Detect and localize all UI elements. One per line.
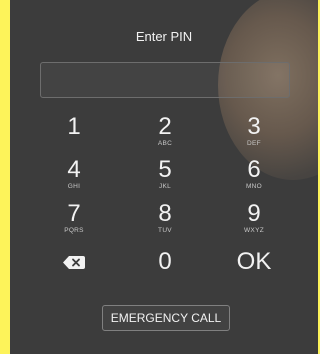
key-digit: 9 — [247, 200, 261, 227]
key-letters: PQRS — [64, 227, 84, 234]
delete-button[interactable] — [44, 250, 104, 290]
ok-button[interactable]: OK — [224, 250, 284, 290]
page-title: Enter PIN — [135, 29, 193, 44]
key-digit: 2 — [158, 113, 172, 140]
key-digit: 3 — [247, 113, 261, 140]
key-digit: 7 — [67, 200, 81, 227]
lock-screen: Enter PIN 1 2 ABC 3 DEF 4 GHI 5 JKL 6 MN… — [10, 0, 318, 354]
key-digit: 0 — [158, 248, 172, 275]
key-letters: MNO — [245, 183, 263, 190]
key-digit: 4 — [67, 156, 81, 183]
key-6[interactable]: 6 MNO — [224, 158, 284, 198]
key-letters: WXYZ — [244, 227, 264, 234]
key-1[interactable]: 1 — [44, 115, 104, 155]
pin-input[interactable] — [40, 62, 290, 98]
key-digit: 6 — [247, 156, 261, 183]
key-9[interactable]: 9 WXYZ — [224, 202, 284, 242]
key-letters: JKL — [158, 183, 172, 190]
key-digit: 8 — [158, 200, 172, 227]
backspace-icon — [63, 256, 85, 274]
key-4[interactable]: 4 GHI — [44, 158, 104, 198]
key-letters: DEF — [247, 140, 261, 147]
key-7[interactable]: 7 PQRS — [44, 202, 104, 242]
key-8[interactable]: 8 TUV — [135, 202, 195, 242]
key-2[interactable]: 2 ABC — [135, 115, 195, 155]
ok-label: OK — [236, 248, 272, 275]
key-digit: 5 — [158, 156, 172, 183]
key-3[interactable]: 3 DEF — [224, 115, 284, 155]
key-letters: GHI — [67, 183, 81, 190]
key-digit: 1 — [67, 113, 81, 140]
key-letters: ABC — [157, 140, 173, 147]
emergency-call-button[interactable]: EMERGENCY CALL — [102, 305, 230, 331]
key-0[interactable]: 0 — [135, 250, 195, 290]
key-letters: TUV — [158, 227, 172, 234]
key-5[interactable]: 5 JKL — [135, 158, 195, 198]
